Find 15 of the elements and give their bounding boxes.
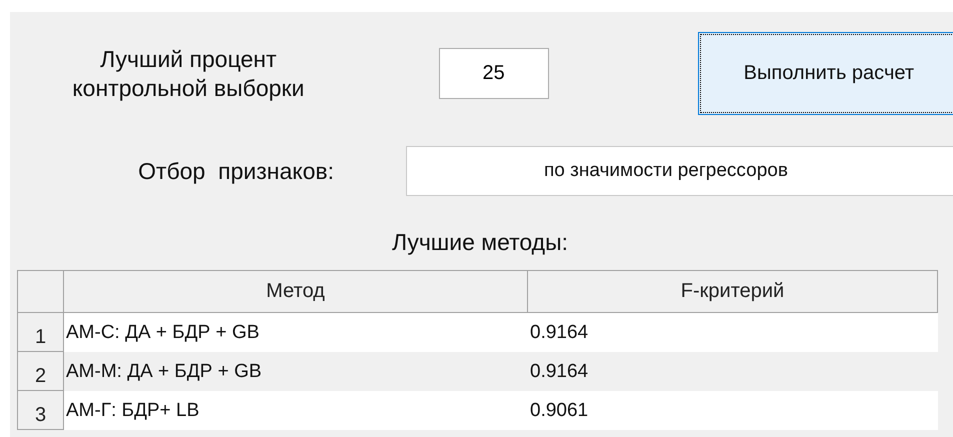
row-header[interactable]: 1 [18,313,64,352]
table-cell: 0.9061 [528,391,938,430]
sample-percent-label: Лучший процент контрольной выборки [71,44,306,102]
percent-input[interactable]: 25 [438,48,549,99]
row-header[interactable]: 2 [18,352,64,391]
column-header[interactable]: F-критерий [528,271,938,313]
best-methods-title: Лучшие методы: [390,229,570,256]
feature-selection-field[interactable]: по значимости регрессоров [406,146,953,196]
run-button[interactable]: Выполнить расчет [698,32,953,115]
feature-selection-label: Отбор признаков: [137,156,334,186]
row-header[interactable]: 3 [18,391,64,430]
table-cell: АМ-Г: БДР+ LB [64,391,528,430]
column-header[interactable]: Метод [64,271,528,313]
table-cell: 0.9164 [528,313,938,352]
table-cell: АМ-С: ДА + БДР + GB [64,313,528,352]
